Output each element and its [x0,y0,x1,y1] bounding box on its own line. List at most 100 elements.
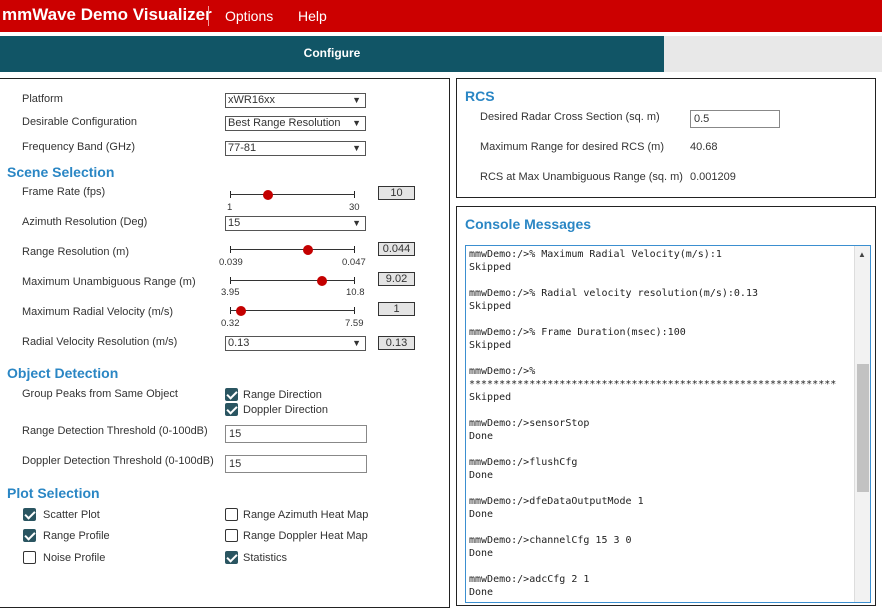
console-line: Skipped [469,301,512,312]
chevron-down-icon: ▼ [352,118,361,128]
max-radial-velocity-value: 1 [378,302,415,316]
console-output[interactable]: mmwDemo:/>% Maximum Radial Velocity(m/s)… [465,245,871,603]
doppler-threshold-input[interactable]: 15 [225,455,367,473]
frame-rate-min: 1 [227,202,233,213]
frame-rate-value: 10 [378,186,415,200]
range-profile-checkbox[interactable] [23,529,36,542]
max-unambiguous-range-min: 3.95 [221,287,240,298]
tab-bar: Configure [0,36,882,72]
slider-track [230,280,355,281]
scroll-up-arrow-icon[interactable]: ▲ [858,250,866,259]
console-line: Skipped [469,262,512,273]
range-resolution-slider[interactable] [225,242,359,258]
frequency-band-label: Frequency Band (GHz) [22,141,136,153]
azimuth-resolution-select[interactable]: 15 ▼ [225,216,366,231]
slider-knob[interactable] [303,245,314,255]
max-unambiguous-range-max: 10.8 [346,287,365,298]
platform-value: xWR16xx [228,94,276,106]
range-resolution-label: Range Resolution (m) [22,246,129,258]
desirable-config-value: Best Range Resolution [228,117,341,129]
slider-knob[interactable] [316,276,327,286]
desired-rcs-label: Desired Radar Cross Section (sq. m) [480,111,660,123]
range-resolution-max: 0.047 [342,257,366,268]
plot-selection-title: Plot Selection [7,485,100,501]
range-azimuth-heat-map-checkbox[interactable] [225,508,238,521]
max-unambiguous-range-value: 9.02 [378,272,415,286]
frame-rate-label: Frame Rate (fps) [22,186,106,198]
frame-rate-max: 30 [349,202,360,213]
noise-profile-checkbox[interactable] [23,551,36,564]
desirable-config-label: Desirable Configuration [22,116,137,128]
slider-track [230,194,355,195]
range-doppler-heat-map-checkbox[interactable] [225,529,238,542]
frequency-band-select[interactable]: 77-81 ▼ [225,141,366,156]
max-unambiguous-range-label: Maximum Unambiguous Range (m) [22,276,196,288]
scatter-plot-label: Scatter Plot [43,509,100,521]
azimuth-resolution-label: Azimuth Resolution (Deg) [22,216,148,228]
max-radial-velocity-min: 0.32 [221,318,240,329]
doppler-direction-checkbox[interactable] [225,403,238,416]
max-radial-velocity-label: Maximum Radial Velocity (m/s) [22,306,173,318]
scroll-thumb[interactable] [857,364,869,492]
frame-rate-slider[interactable] [225,187,359,203]
range-direction-checkbox[interactable] [225,388,238,401]
menu-options[interactable]: Options [225,8,273,24]
range-threshold-input[interactable]: 15 [225,425,367,443]
range-azimuth-heat-map-label: Range Azimuth Heat Map [243,509,369,521]
desired-rcs-input[interactable]: 0.5 [690,110,780,128]
radial-velocity-resolution-value: 0.13 [228,337,250,349]
rcs-at-max-range-value: 0.001209 [690,171,736,183]
slider-knob[interactable] [263,190,274,200]
chevron-down-icon: ▼ [352,338,361,348]
max-range-rcs-value: 40.68 [690,141,718,153]
slider-track [230,249,355,250]
console-text: mmwDemo:/>% Maximum Radial Velocity(m/s)… [469,248,854,599]
radial-velocity-resolution-label: Radial Velocity Resolution (m/s) [22,336,178,348]
noise-profile-label: Noise Profile [43,552,106,564]
console-scrollbar[interactable]: ▲ [854,246,870,602]
max-radial-velocity-slider[interactable] [225,303,359,319]
app-title: mmWave Demo Visualizer [2,5,212,24]
chevron-down-icon: ▼ [352,143,361,153]
rcs-panel: RCS Desired Radar Cross Section (sq. m) … [456,78,876,198]
tab-configure[interactable]: Configure [0,36,664,72]
slider-track [230,310,355,311]
max-unambiguous-range-slider[interactable] [225,273,359,289]
console-line: mmwDemo:/>% Radial velocity resolution(m… [469,288,758,299]
console-line: mmwDemo:/>flushCfg [469,457,578,468]
statistics-checkbox[interactable] [225,551,238,564]
object-detection-title: Object Detection [7,365,119,381]
range-resolution-value: 0.044 [378,242,415,256]
console-line: mmwDemo:/>dfeDataOutputMode 1 [469,496,644,507]
console-line: mmwDemo:/>% Frame Duration(msec):100 [469,327,686,338]
console-line: mmwDemo:/>% [469,366,536,377]
max-range-rcs-label: Maximum Range for desired RCS (m) [480,141,664,153]
console-line: Skipped [469,340,512,351]
console-line: ****************************************… [469,379,837,390]
radial-velocity-resolution-select[interactable]: 0.13 ▼ [225,336,366,351]
platform-select[interactable]: xWR16xx ▼ [225,93,366,108]
azimuth-resolution-value: 15 [228,217,241,229]
platform-label: Platform [22,93,63,105]
group-peaks-label: Group Peaks from Same Object [22,388,178,400]
menu-help[interactable]: Help [298,8,327,24]
slider-knob[interactable] [236,306,247,316]
console-line: Done [469,470,494,481]
max-radial-velocity-max: 7.59 [345,318,364,329]
scatter-plot-checkbox[interactable] [23,508,36,521]
range-profile-label: Range Profile [43,530,110,542]
top-bar: mmWave Demo Visualizer Options Help [0,0,882,32]
rcs-title: RCS [465,88,495,104]
doppler-threshold-label: Doppler Detection Threshold (0-100dB) [22,455,214,467]
console-line: Done [469,509,494,520]
scene-selection-title: Scene Selection [7,164,115,180]
chevron-down-icon: ▼ [352,95,361,105]
desirable-config-select[interactable]: Best Range Resolution ▼ [225,116,366,131]
range-direction-label: Range Direction [243,389,322,401]
